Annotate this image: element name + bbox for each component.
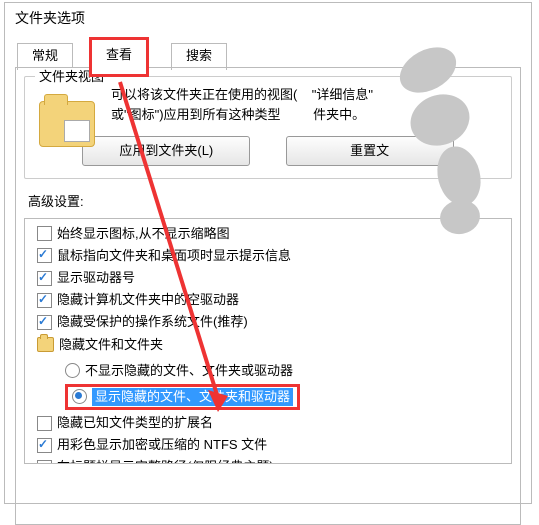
list-item[interactable]: 隐藏已知文件类型的扩展名 xyxy=(33,412,511,434)
list-item[interactable]: 隐藏计算机文件夹中的空驱动器 xyxy=(33,289,511,311)
window-title: 文件夹选项 xyxy=(5,3,531,35)
list-item[interactable]: 显示隐藏的文件、文件夹和驱动器 xyxy=(61,382,511,412)
list-item[interactable]: 隐藏文件和文件夹 xyxy=(33,334,511,356)
folder-options-window: 文件夹选项 常规 查看 搜索 文件夹视图 可以将该文件夹正在使用的视图( "详细… xyxy=(4,2,532,504)
tab-general[interactable]: 常规 xyxy=(17,43,73,70)
list-item[interactable]: 显示驱动器号 xyxy=(33,267,511,289)
tab-search[interactable]: 搜索 xyxy=(171,43,227,70)
checkbox-icon[interactable] xyxy=(37,315,52,330)
apply-to-folders-button[interactable]: 应用到文件夹(L) xyxy=(82,136,250,166)
checkbox-icon[interactable] xyxy=(37,226,52,241)
radio-icon[interactable] xyxy=(72,389,87,404)
show-hidden-files-option: 显示隐藏的文件、文件夹和驱动器 xyxy=(92,388,293,406)
list-item[interactable]: 始终显示图标,从不显示缩略图 xyxy=(33,223,511,245)
checkbox-icon[interactable] xyxy=(37,271,52,286)
list-item[interactable]: 在标题栏显示完整路径(仅限经典主题) xyxy=(33,456,511,463)
list-item[interactable]: 鼠标指向文件夹和桌面项时显示提示信息 xyxy=(33,245,511,267)
checkbox-icon[interactable] xyxy=(37,416,52,431)
checkbox-icon[interactable] xyxy=(37,460,52,464)
radio-icon[interactable] xyxy=(65,363,80,378)
tab-view[interactable]: 查看 xyxy=(89,37,149,77)
checkbox-icon[interactable] xyxy=(37,438,52,453)
advanced-settings-list[interactable]: 始终显示图标,从不显示缩略图 鼠标指向文件夹和桌面项时显示提示信息 显示驱动器号… xyxy=(24,218,512,464)
advanced-settings-label: 高级设置: xyxy=(28,193,512,211)
folder-icon xyxy=(37,337,54,352)
list-item[interactable]: 隐藏受保护的操作系统文件(推荐) xyxy=(33,311,511,333)
folder-icon xyxy=(39,101,95,147)
list-item[interactable]: 不显示隐藏的文件、文件夹或驱动器 xyxy=(61,360,511,382)
checkbox-icon[interactable] xyxy=(37,293,52,308)
checkbox-icon[interactable] xyxy=(37,248,52,263)
list-item[interactable]: 用彩色显示加密或压缩的 NTFS 文件 xyxy=(33,434,511,456)
